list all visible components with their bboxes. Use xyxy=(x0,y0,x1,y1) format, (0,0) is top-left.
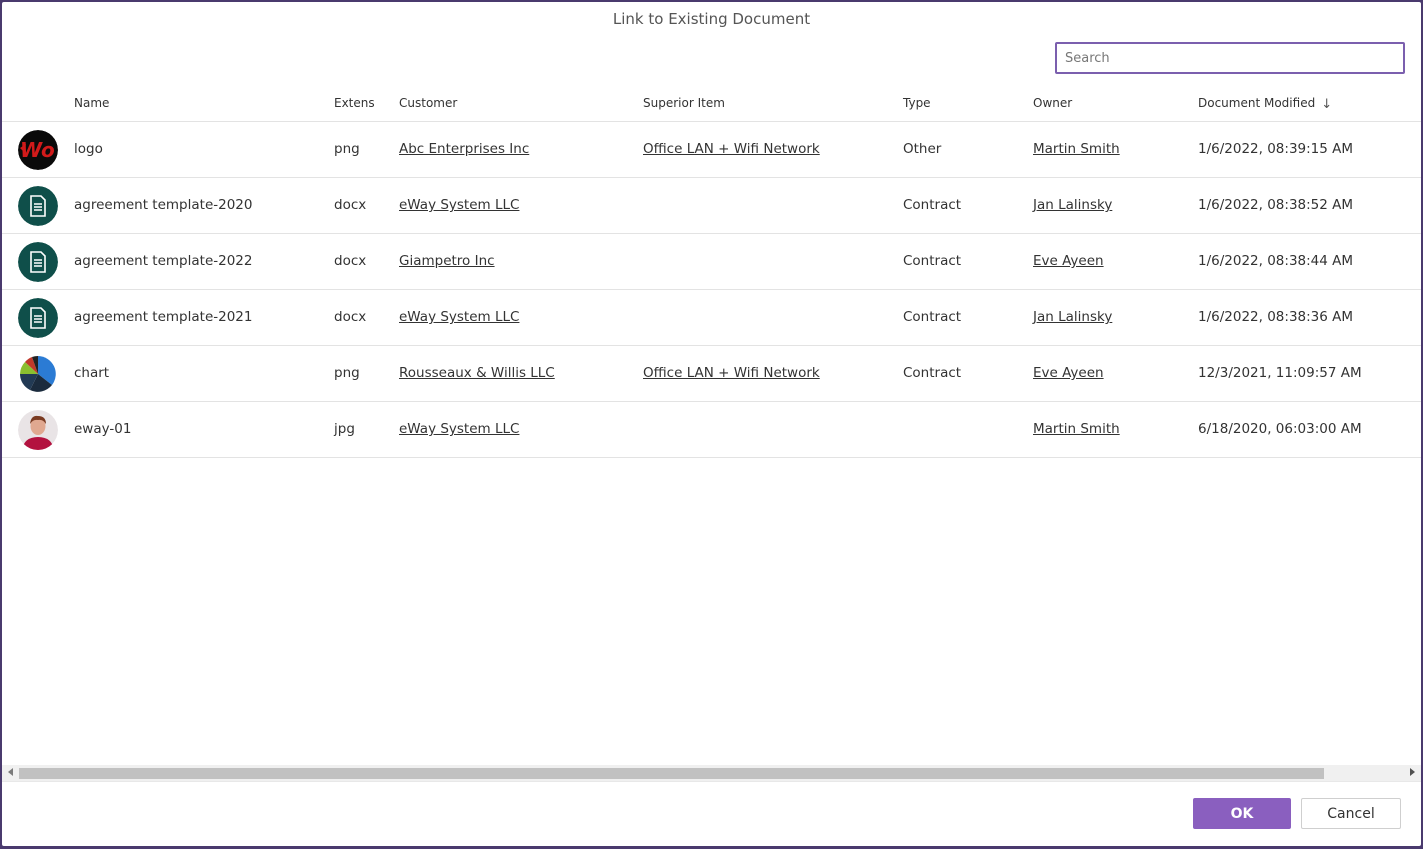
documents-grid: Name Extens Customer Superior Item Type … xyxy=(2,86,1421,458)
row-owner-link[interactable]: Eve Ayeen xyxy=(1033,365,1104,381)
row-name: logo xyxy=(74,141,103,157)
row-customer-link[interactable]: Giampetro Inc xyxy=(399,253,495,269)
table-row[interactable]: agreement template-2020 docx eWay System… xyxy=(2,178,1421,234)
svg-text:Wo: Wo xyxy=(20,138,55,162)
person-photo-icon xyxy=(18,410,58,450)
table-row[interactable]: Wo logo png Abc Enterprises Inc Office L… xyxy=(2,122,1421,178)
row-name: eway-01 xyxy=(74,421,132,437)
search-input[interactable] xyxy=(1055,42,1405,74)
row-owner-link[interactable]: Jan Lalinsky xyxy=(1033,309,1112,325)
row-name: agreement template-2021 xyxy=(74,309,253,325)
grid-header: Name Extens Customer Superior Item Type … xyxy=(2,86,1421,122)
logo-thumbnail-icon: Wo xyxy=(18,130,58,170)
row-owner-link[interactable]: Eve Ayeen xyxy=(1033,253,1104,269)
column-header-modified-label: Document Modified xyxy=(1198,96,1316,110)
dialog-title: Link to Existing Document xyxy=(612,10,811,28)
ok-button[interactable]: OK xyxy=(1193,798,1291,829)
row-superior-item-link[interactable]: Office LAN + Wifi Network xyxy=(643,141,820,157)
table-row[interactable]: agreement template-2021 docx eWay System… xyxy=(2,290,1421,346)
row-type: Contract xyxy=(903,253,962,269)
column-header-document-modified[interactable]: Document Modified ↓ xyxy=(1198,96,1332,112)
row-owner-link[interactable]: Martin Smith xyxy=(1033,421,1120,437)
row-extension: png xyxy=(334,141,360,157)
row-owner-link[interactable]: Jan Lalinsky xyxy=(1033,197,1112,213)
row-customer-link[interactable]: eWay System LLC xyxy=(399,309,519,325)
document-icon xyxy=(18,298,58,338)
link-document-dialog: Link to Existing Document Name Extens Cu… xyxy=(2,2,1421,846)
table-row[interactable]: eway-01 jpg eWay System LLC Martin Smith… xyxy=(2,402,1421,458)
table-row[interactable]: chart png Rousseaux & Willis LLC Office … xyxy=(2,346,1421,402)
footer-divider xyxy=(2,781,1421,782)
pie-chart-thumbnail-icon xyxy=(18,354,58,394)
column-header-type[interactable]: Type xyxy=(903,96,931,110)
row-superior-item-link[interactable]: Office LAN + Wifi Network xyxy=(643,365,820,381)
document-icon xyxy=(18,186,58,226)
row-modified: 1/6/2022, 08:39:15 AM xyxy=(1198,141,1354,157)
row-customer-link[interactable]: eWay System LLC xyxy=(399,197,519,213)
row-name: agreement template-2022 xyxy=(74,253,253,269)
row-type: Other xyxy=(903,141,942,157)
horizontal-scrollbar[interactable] xyxy=(2,765,1421,781)
row-owner-link[interactable]: Martin Smith xyxy=(1033,141,1120,157)
scroll-right-icon[interactable] xyxy=(1410,768,1415,776)
document-icon xyxy=(18,242,58,282)
scroll-left-icon[interactable] xyxy=(8,768,13,776)
row-customer-link[interactable]: Rousseaux & Willis LLC xyxy=(399,365,555,381)
column-header-name[interactable]: Name xyxy=(74,96,109,110)
row-extension: png xyxy=(334,365,360,381)
column-header-customer[interactable]: Customer xyxy=(399,96,457,110)
column-header-superior-item[interactable]: Superior Item xyxy=(643,96,725,110)
table-row[interactable]: agreement template-2022 docx Giampetro I… xyxy=(2,234,1421,290)
row-name: chart xyxy=(74,365,110,381)
row-customer-link[interactable]: eWay System LLC xyxy=(399,421,519,437)
row-type: Contract xyxy=(903,197,962,213)
column-header-owner[interactable]: Owner xyxy=(1033,96,1072,110)
row-modified: 12/3/2021, 11:09:57 AM xyxy=(1198,365,1362,381)
row-type: Contract xyxy=(903,309,962,325)
row-modified: 6/18/2020, 06:03:00 AM xyxy=(1198,421,1362,437)
row-extension: docx xyxy=(334,309,367,325)
row-extension: jpg xyxy=(334,421,355,437)
cancel-button[interactable]: Cancel xyxy=(1301,798,1401,829)
row-modified: 1/6/2022, 08:38:52 AM xyxy=(1198,197,1354,213)
row-type: Contract xyxy=(903,365,962,381)
scrollbar-thumb[interactable] xyxy=(19,768,1324,779)
row-extension: docx xyxy=(334,253,367,269)
row-name: agreement template-2020 xyxy=(74,197,253,213)
row-modified: 1/6/2022, 08:38:44 AM xyxy=(1198,253,1354,269)
sort-descending-icon[interactable]: ↓ xyxy=(1321,97,1332,112)
row-modified: 1/6/2022, 08:38:36 AM xyxy=(1198,309,1354,325)
row-customer-link[interactable]: Abc Enterprises Inc xyxy=(399,141,529,157)
column-header-extension[interactable]: Extens xyxy=(334,96,375,110)
row-extension: docx xyxy=(334,197,367,213)
